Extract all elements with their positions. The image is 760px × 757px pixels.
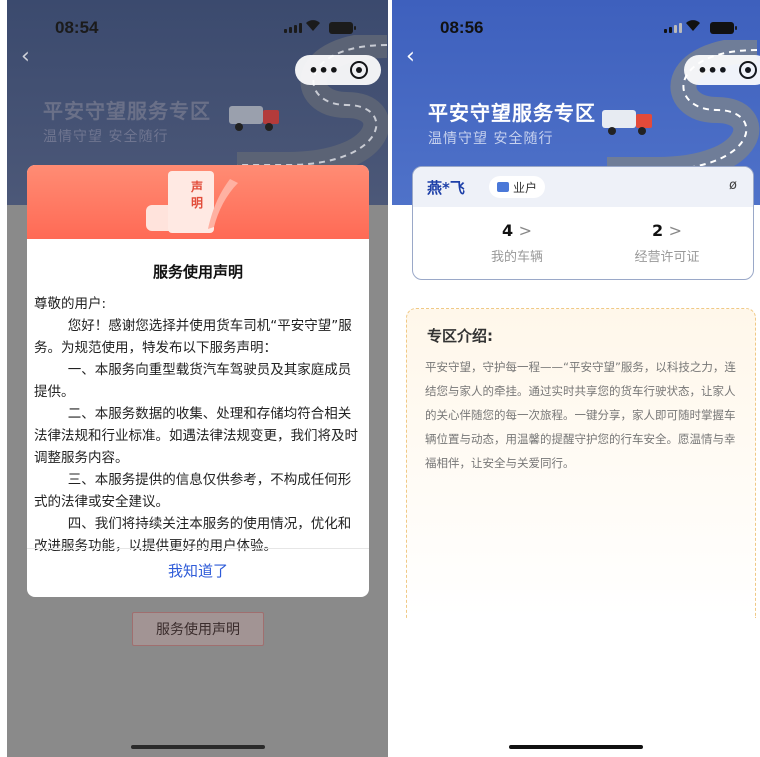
modal-divider [27,548,369,549]
role-badge[interactable]: 业户 [489,176,546,198]
cellular-signal-icon [664,23,682,33]
greeting: 尊敬的用户: [34,296,107,312]
paragraph-5: 四、我们将持续关注本服务的使用情况，优化和改进服务功能，以提供更好的用户体验。 [34,516,352,554]
battery-icon [329,22,356,34]
left-phone-screen: 平安守望服务专区 温情守望 安全随行 08:54 ‹ ••• 服务使用声明 声明 [7,0,388,757]
user-card: 燕*飞 业户 ø 4 > 我的车辆 2 > 经营许可证 [412,166,754,280]
truck-icon [229,106,279,131]
wifi-icon [306,20,320,31]
chevron-left-icon[interactable]: ‹ [406,44,415,69]
target-circle-icon[interactable] [738,61,757,79]
intro-title: 专区介绍: [427,327,493,345]
modal-body: 尊敬的用户: 您好！感谢您选择并使用货车司机“平安守望”服务。为规范使用，特发布… [34,293,362,557]
chevron-right-icon: > [518,221,533,240]
status-time: 08:54 [55,18,99,37]
cellular-signal-icon [284,23,302,33]
banner-title: 平安守望服务专区 [43,99,211,123]
service-statement-modal: 声明 服务使用声明 尊敬的用户: 您好！感谢您选择并使用货车司机“平安守望”服务… [27,165,369,597]
paragraph-3: 二、本服务数据的收集、处理和存储均符合相关法律法规和行业标准。如遇法律法规变更，… [34,406,358,466]
paragraph-4: 三、本服务提供的信息仅供参考，不构成任何形式的法律或安全建议。 [34,472,352,510]
id-card-icon [497,182,509,192]
status-bar: 08:54 [7,14,388,40]
paragraph-1: 您好！感谢您选择并使用货车司机“平安守望”服务。为规范使用，特发布以下服务声明： [34,318,352,356]
wifi-icon [686,20,700,31]
role-badge-label: 业户 [513,180,538,195]
stat-licenses-value: 2 [651,221,664,240]
screenshot-stage: 平安守望服务专区 温情守望 安全随行 08:54 ‹ ••• 服务使用声明 声明 [0,0,760,757]
confirm-button[interactable]: 我知道了 [27,560,369,581]
banner-subtitle: 温情守望 安全随行 [43,129,169,145]
paragraph-2: 一、本服务向重型载货汽车驾驶员及其家庭成员提供。 [34,362,352,400]
service-statement-button[interactable]: 服务使用声明 [132,612,264,646]
stat-licenses-label: 经营许可证 [634,250,700,265]
home-indicator [509,745,643,749]
right-phone-screen: 平安守望服务专区 温情守望 安全随行 08:56 ‹ ••• 燕*飞 业户 ø [392,0,760,757]
modal-header: 声明 [27,165,369,239]
intro-text: 平安守望，守护每一程——“平安守望”服务，以科技之力，连结您与家人的牵挂。通过实… [425,360,736,470]
chevron-right-icon: > [668,221,683,240]
user-name: 燕*飞 [427,179,465,197]
more-dots-icon[interactable]: ••• [697,61,728,80]
truck-icon [602,110,652,135]
banner-subtitle: 温情守望 安全随行 [428,131,554,147]
target-circle-icon[interactable] [349,61,368,79]
stat-licenses[interactable]: 2 > 经营许可证 [597,221,737,265]
banner-title: 平安守望服务专区 [428,101,596,125]
battery-icon [710,22,737,34]
eye-slash-icon[interactable]: ø [729,178,737,193]
status-time: 08:56 [440,18,484,37]
chevron-left-icon[interactable]: ‹ [21,44,30,69]
home-indicator [130,745,265,749]
user-card-header: 燕*飞 业户 ø [413,167,753,207]
modal-title: 服务使用声明 [152,263,243,281]
stat-vehicles[interactable]: 4 > 我的车辆 [447,221,587,265]
mini-program-capsule[interactable]: ••• [684,55,760,85]
status-bar: 08:56 [392,14,760,40]
stat-vehicles-value: 4 [501,221,514,240]
mini-program-capsule[interactable]: ••• [295,55,381,85]
intro-section: 专区介绍: 平安守望，守护每一程——“平安守望”服务，以科技之力，连结您与家人的… [406,308,756,618]
stamp-text: 声明 [191,180,204,210]
stat-vehicles-label: 我的车辆 [490,250,543,265]
more-dots-icon[interactable]: ••• [308,61,339,80]
